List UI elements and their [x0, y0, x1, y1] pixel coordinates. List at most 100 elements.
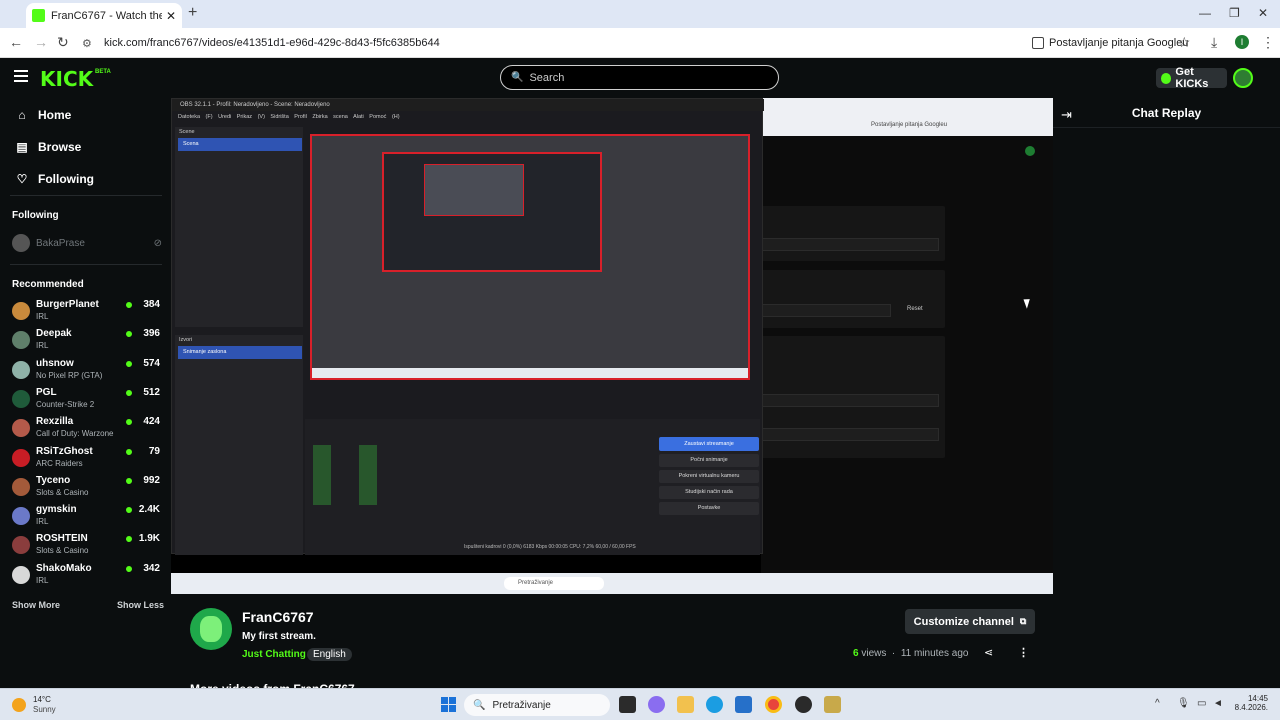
obs-button: Počni snimanje — [659, 454, 759, 467]
maximize-icon[interactable]: ❐ — [1229, 6, 1240, 20]
network-icon[interactable]: ▭ — [1197, 698, 1206, 709]
recommended-item[interactable]: BurgerPlanet IRL 384 — [12, 299, 160, 325]
task-view-icon[interactable] — [619, 696, 636, 713]
customize-label: Customize channel — [913, 615, 1014, 628]
avatar — [12, 389, 30, 408]
clock[interactable]: 14:45 8.4.2026. — [1230, 694, 1268, 712]
share-icon[interactable]: ⋖ — [984, 646, 993, 659]
customize-channel-button[interactable]: Customize channel ⧉ — [905, 609, 1035, 634]
channel-category: No Pixel RP (GTA) — [36, 370, 103, 380]
sidebar: ⌂ Home ▤ Browse ♡ Following Following Ba… — [0, 98, 168, 688]
following-name: BakaPrase — [36, 237, 85, 249]
recommended-item[interactable]: ShakoMako IRL 342 — [12, 563, 160, 589]
kick-logo[interactable]: KICK — [40, 67, 93, 91]
volume-icon[interactable]: ◄ — [1213, 698, 1223, 709]
search-input[interactable]: 🔍 Search — [500, 65, 779, 90]
recorded-panel: Reset — [761, 270, 945, 328]
obs-nested-preview — [424, 164, 524, 216]
profile-avatar[interactable]: I — [1235, 35, 1249, 49]
tab-title: FranC6767 - Watch the VOD on Kick — [51, 9, 162, 22]
obs-status-bar: Ispušteni kadrovi 0 (0,0%) 6183 Kbps 00:… — [464, 544, 636, 550]
viewer-count: 342 — [143, 562, 160, 574]
channel-info: FranC6767 My first stream. Just Chatting… — [171, 600, 1053, 688]
nav-following-label: Following — [38, 172, 94, 186]
microphone-icon[interactable]: 🎙 — [1177, 698, 1190, 709]
forward-icon[interactable]: → — [34, 34, 48, 50]
minimize-icon[interactable]: — — [1199, 6, 1211, 20]
recorded-field — [761, 394, 939, 407]
video-player[interactable]: Postavljanje pitanja Googleu Reset OBS 3… — [171, 98, 1053, 594]
language-badge[interactable]: English — [307, 648, 352, 661]
heart-icon: ♡ — [16, 172, 28, 186]
obs-preview-taskbar — [312, 368, 748, 378]
channel-name: Rexzilla — [36, 416, 74, 428]
download-icon[interactable]: ⤓ — [1211, 34, 1217, 51]
following-item[interactable]: BakaPrase ⊘ — [12, 234, 162, 252]
obs-preview — [310, 134, 750, 380]
recommended-item[interactable]: ROSHTEIN Slots & Casino 1.9K — [12, 533, 160, 559]
app-icon[interactable] — [824, 696, 841, 713]
recommended-item[interactable]: gymskin IRL 2.4K — [12, 504, 160, 530]
address-bar[interactable]: ⚙ kick.com/franc6767/videos/e41351d1-e96… — [82, 32, 1022, 54]
time: 14:45 — [1247, 694, 1268, 703]
nav-home-label: Home — [38, 108, 72, 122]
recommended-item[interactable]: Deepak IRL 396 — [12, 328, 160, 354]
recommended-item[interactable]: RSiTzGhost ARC Raiders 79 — [12, 446, 160, 472]
obs-scene-item: Scena — [178, 138, 302, 151]
browse-icon: ▤ — [16, 140, 28, 154]
channel-name: ShakoMako — [36, 562, 92, 574]
search-placeholder: Search — [529, 71, 565, 84]
reload-icon[interactable]: ↻ — [57, 34, 69, 51]
nav-home[interactable]: ⌂ Home — [14, 108, 71, 122]
avatar — [12, 507, 30, 526]
taskbar-search-label: Pretraživanje — [492, 699, 551, 711]
recommended-item[interactable]: uhsnow No Pixel RP (GTA) 574 — [12, 358, 160, 384]
recommended-item[interactable]: Rexzilla Call of Duty: Warzone 424 — [12, 416, 160, 442]
file-explorer-icon[interactable] — [677, 696, 694, 713]
chrome-icon[interactable] — [765, 696, 782, 713]
new-tab-icon[interactable]: + — [188, 4, 197, 22]
category-link[interactable]: Just Chatting — [242, 649, 306, 660]
bookmark-star-icon[interactable]: ☆ — [1178, 34, 1191, 51]
recorded-lens-chip: Postavljanje pitanja Googleu — [871, 122, 948, 128]
following-title: Following — [12, 210, 59, 221]
browser-tab[interactable]: FranC6767 - Watch the VOD on Kick ✕ — [26, 3, 182, 28]
obs-stop-streaming-button: Zaustavi streamanje — [659, 437, 759, 451]
tray-chevron-icon[interactable]: ^ — [1155, 698, 1160, 709]
channel-category: Counter-Strike 2 — [36, 399, 95, 409]
google-lens-chip[interactable]: Postavljanje pitanja Googleu — [1032, 33, 1188, 53]
more-options-icon[interactable]: ⋮ — [1018, 646, 1029, 659]
store-icon[interactable] — [735, 696, 752, 713]
edge-icon[interactable] — [706, 696, 723, 713]
viewer-count: 79 — [148, 445, 160, 457]
obs-icon[interactable] — [795, 696, 812, 713]
copilot-icon[interactable] — [648, 696, 665, 713]
close-window-icon[interactable]: ✕ — [1258, 6, 1268, 20]
menu-icon[interactable] — [14, 70, 28, 85]
recorded-panel — [761, 336, 945, 458]
video-meta: 6 views · 11 minutes ago — [853, 648, 969, 659]
get-kicks-button[interactable]: Get KICKs — [1156, 66, 1227, 90]
channel-name: BurgerPlanet — [36, 299, 99, 310]
site-info-icon[interactable]: ⚙ — [82, 37, 96, 50]
back-icon[interactable]: ← — [9, 34, 23, 50]
nav-following[interactable]: ♡ Following — [14, 172, 94, 186]
channel-category: Slots & Casino — [36, 546, 89, 556]
channel-name[interactable]: FranC6767 — [242, 609, 314, 625]
recommended-item[interactable]: Tyceno Slots & Casino 992 — [12, 475, 160, 501]
user-avatar[interactable] — [1233, 68, 1253, 88]
obs-audio-meter — [313, 445, 331, 505]
taskbar-search[interactable]: 🔍 Pretraživanje — [464, 694, 610, 716]
close-tab-icon[interactable]: ✕ — [166, 9, 176, 23]
show-more-button[interactable]: Show More — [12, 600, 60, 610]
recommended-item[interactable]: PGL Counter-Strike 2 512 — [12, 387, 160, 413]
start-icon[interactable] — [441, 697, 456, 712]
live-dot-icon — [126, 565, 132, 572]
channel-avatar[interactable] — [190, 608, 232, 650]
obs-window: OBS 32.1.1 - Profil: Neradovljeno - Scen… — [171, 98, 764, 555]
show-less-button[interactable]: Show Less — [117, 600, 164, 610]
browser-menu-icon[interactable]: ⋮ — [1261, 34, 1275, 51]
nav-browse[interactable]: ▤ Browse — [14, 140, 81, 154]
external-link-icon: ⧉ — [1019, 616, 1027, 626]
channel-category: Call of Duty: Warzone — [36, 429, 114, 439]
